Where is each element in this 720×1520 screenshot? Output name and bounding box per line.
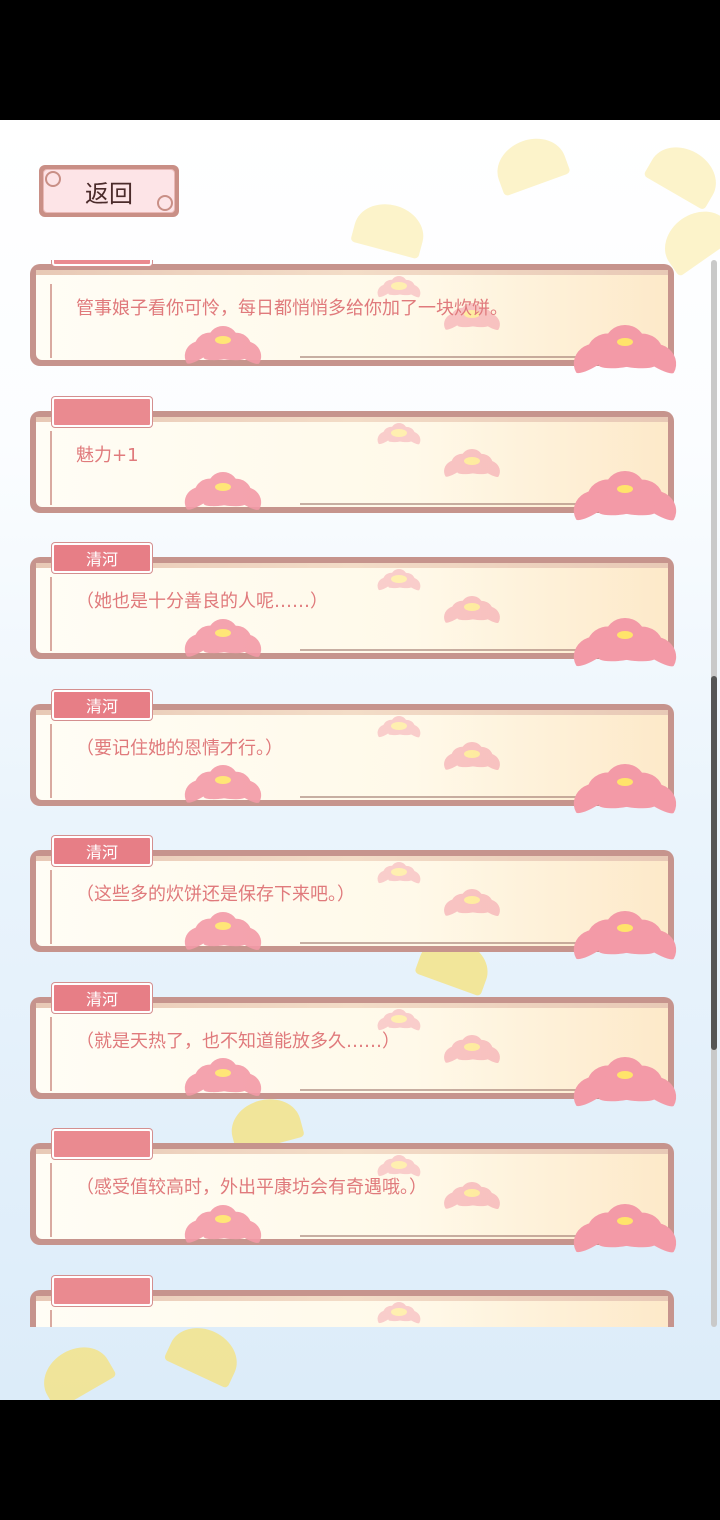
speaker-name-tag: 清河 <box>52 982 152 1013</box>
lotus-center <box>391 721 407 730</box>
frame-ornament <box>40 1309 52 1327</box>
lotus-icon <box>566 467 684 524</box>
lotus-icon <box>566 1053 684 1110</box>
lotus-center <box>391 1161 407 1169</box>
frame-ornament <box>40 723 52 798</box>
speaker-name: 清河 <box>85 843 118 862</box>
back-button[interactable]: 返回 <box>39 165 179 217</box>
dialogue-text: （就是天热了，也不知道能放多久……） <box>76 1030 400 1052</box>
lotus-icon <box>179 1055 267 1099</box>
frame-ornament <box>40 1163 52 1237</box>
ginkgo-leaf-decoration <box>489 129 571 197</box>
lotus-center <box>215 1068 231 1077</box>
lotus-icon <box>566 906 684 963</box>
lotus-icon <box>566 1199 684 1256</box>
ginkgo-leaf-decoration <box>350 196 430 260</box>
lotus-icon <box>374 274 424 299</box>
frame-ornament <box>40 1016 52 1091</box>
history-log-screen: 返回 管事娘子看你可怜，每日都悄悄多给你加了一块炊饼。 魅力+1 清河 （她也是十分善… <box>0 120 720 1400</box>
log-entry: 清河 （她也是十分善良的人呢……） <box>30 543 684 670</box>
swirl-ornament-icon <box>45 171 61 187</box>
frame-ornament <box>36 270 668 275</box>
speaker-name: 清河 <box>85 550 118 569</box>
ginkgo-leaf-decoration <box>33 1335 117 1400</box>
dialogue-text: （感受值较高时，外出平康坊会有奇遇哦。） <box>76 1177 427 1198</box>
speaker-name-tag <box>52 1129 152 1159</box>
speaker-name-tag <box>52 396 152 427</box>
lotus-icon <box>374 1007 424 1031</box>
lotus-icon <box>374 860 424 885</box>
lotus-icon <box>442 1326 502 1328</box>
lotus-center <box>391 1307 407 1316</box>
speaker-name-tag: 清河 <box>52 836 152 866</box>
lotus-icon <box>179 322 267 366</box>
dialogue-text: 管事娘子看你可怜，每日都悄悄多给你加了一块炊饼。 <box>76 298 508 319</box>
frame-ornament <box>40 430 52 505</box>
log-entry: 管事娘子看你可怜，每日都悄悄多给你加了一块炊饼。 <box>30 260 684 377</box>
lotus-icon <box>179 908 267 952</box>
speaker-name-tag: 清河 <box>52 543 152 573</box>
lotus-icon <box>179 469 267 513</box>
lotus-icon <box>566 613 684 670</box>
lotus-icon <box>179 1201 267 1245</box>
back-button-label: 返回 <box>85 179 133 208</box>
lotus-icon <box>374 714 424 738</box>
lotus-icon <box>374 1300 424 1324</box>
ginkgo-leaf-decoration <box>643 135 720 211</box>
lotus-icon <box>374 421 424 445</box>
speaker-name-tag <box>52 260 152 266</box>
lotus-center <box>215 775 231 784</box>
lotus-icon <box>566 760 684 817</box>
log-entry: 清河 （这些多的炊饼还是保存下来吧。） <box>30 836 684 963</box>
lotus-center <box>391 575 407 583</box>
lotus-icon <box>179 762 267 806</box>
log-entry: 清河 （就是天热了，也不知道能放多久……） <box>30 982 684 1110</box>
speaker-name-tag <box>52 1275 152 1306</box>
log-entry: （感受值较高时，外出平康坊会有奇遇哦。） <box>30 1129 684 1256</box>
speaker-name: 清河 <box>85 696 118 716</box>
lotus-center <box>391 282 407 290</box>
lotus-icon <box>566 320 684 377</box>
lotus-icon <box>374 1153 424 1178</box>
lotus-center <box>215 482 231 491</box>
frame-ornament <box>40 577 52 651</box>
dialogue-text: （要记住她的恩情才行。） <box>76 737 283 759</box>
log-entry: 魅力+1 <box>30 396 684 524</box>
dialogue-text: 魅力+1 <box>76 444 139 466</box>
log-entry: 清河 （要记住她的恩情才行。） <box>30 689 684 817</box>
scrollbar-thumb[interactable] <box>711 676 717 1050</box>
lotus-center <box>617 777 633 786</box>
lotus-center <box>391 1014 407 1023</box>
lotus-center <box>617 484 633 493</box>
swirl-ornament-icon <box>157 195 173 211</box>
frame-ornament <box>40 284 52 358</box>
lotus-icon <box>374 567 424 592</box>
lotus-icon <box>179 615 267 659</box>
frame-ornament <box>40 870 52 944</box>
scrollbar[interactable] <box>711 260 717 1327</box>
dialogue-text: （这些多的炊饼还是保存下来吧。） <box>76 884 355 905</box>
dialogue-text: （她也是十分善良的人呢……） <box>76 591 328 612</box>
speaker-name: 清河 <box>85 989 118 1009</box>
lotus-center <box>391 868 407 876</box>
lotus-center <box>391 428 407 437</box>
log-entry <box>30 1275 678 1328</box>
ginkgo-leaf-decoration <box>163 1317 247 1389</box>
dialogue-history-list[interactable]: 管事娘子看你可怜，每日都悄悄多给你加了一块炊饼。 魅力+1 清河 （她也是十分善良的人… <box>0 260 720 1327</box>
lotus-center <box>617 1070 633 1079</box>
speaker-name-tag: 清河 <box>52 689 152 720</box>
